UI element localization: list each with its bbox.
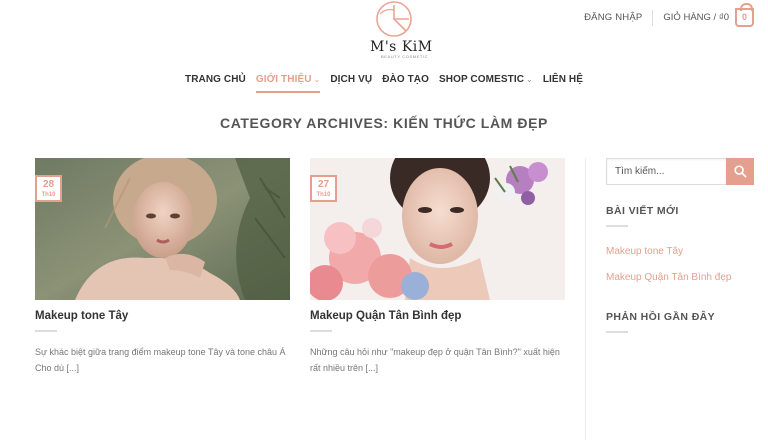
post-thumbnail[interactable]: 27 Th10 [310,158,565,300]
sidebar-divider [585,158,586,440]
post-card: 28 Th10 Makeup tone Tây Sự khác biệt giữ… [35,158,290,376]
nav-item-label: TRANG CHỦ [184,74,246,85]
cart-link[interactable]: GIỎ HÀNG / ₫0 [663,12,729,23]
widget-title-divider [606,225,628,227]
search-input[interactable] [606,158,726,185]
cart-count: 0 [741,12,747,22]
nav-item-dao-tao[interactable]: ĐÀO TẠO [382,74,429,93]
nav-item-gioi-thieu[interactable]: GIỚI THIỆU ⌄ [255,74,321,93]
logo-tagline: BEAUTY COSMETIC [381,54,429,59]
search-icon [733,165,746,178]
main-nav: TRANG CHỦ GIỚI THIỆU ⌄ DỊCH VỤ ĐÀO TẠO SH… [0,74,768,93]
post-card: 27 Th10 Makeup Quận Tân Bình đẹp Những c… [310,158,565,376]
post-thumbnail[interactable]: 28 Th10 [35,158,290,300]
nav-item-label: LIÊN HỆ [542,74,583,85]
header-account-area: ĐĂNG NHẬP GIỎ HÀNG / ₫0 0 [584,3,754,27]
post-date-badge: 27 Th10 [310,175,337,202]
nav-item-label: ĐÀO TẠO [382,74,429,85]
widget-title-divider [606,331,628,333]
page-title: CATEGORY ARCHIVES: KIẾN THỨC LÀM ĐẸP [219,115,548,131]
search-form [606,158,754,185]
nav-item-label: DỊCH VỤ [330,74,373,85]
search-button[interactable] [726,158,754,185]
post-title[interactable]: Makeup Quận Tân Bình đẹp [310,310,565,322]
post-date-day: 28 [42,179,55,190]
post-date-day: 27 [317,179,330,190]
nav-item-label: SHOP COMESTIC [439,74,525,85]
widget-title-recent-comments: PHẢN HỒI GẦN ĐÂY [606,311,716,323]
nav-item-lien-he[interactable]: LIÊN HỆ [543,74,583,93]
login-link[interactable]: ĐĂNG NHẬP [584,12,642,23]
nav-item-trang-chu[interactable]: TRANG CHỦ [185,74,246,93]
recent-post-link[interactable]: Makeup tone Tây [606,246,683,257]
post-date-month: Th10 [41,192,56,198]
header-divider [652,9,654,26]
post-date-month: Th10 [316,192,331,198]
logo-wordmark[interactable]: M's KiM [370,39,433,55]
post-excerpt: Những câu hỏi như "makeup đẹp ở quận Tân… [310,347,560,373]
nav-item-shop-comestic[interactable]: SHOP COMESTIC ⌄ [439,74,533,93]
post-title-divider [35,330,57,332]
nav-item-label: GIỚI THIỆU [255,74,312,85]
post-excerpt: Sự khác biệt giữa trang điểm makeup tone… [35,347,286,373]
shopping-bag-icon[interactable]: 0 [735,3,754,27]
post-title-divider [310,330,332,332]
post-thumbnail-image [35,158,290,300]
post-date-badge: 28 Th10 [35,175,62,202]
nav-item-dich-vu[interactable]: DỊCH VỤ [330,74,372,93]
post-thumbnail-image [310,158,565,300]
chevron-down-icon: ⌄ [313,75,321,84]
recent-post-link[interactable]: Makeup Quận Tân Bình đẹp [606,272,731,283]
post-title[interactable]: Makeup tone Tây [35,310,290,322]
widget-title-recent-posts: BÀI VIẾT MỚI [606,205,679,217]
chevron-down-icon: ⌄ [526,75,533,84]
